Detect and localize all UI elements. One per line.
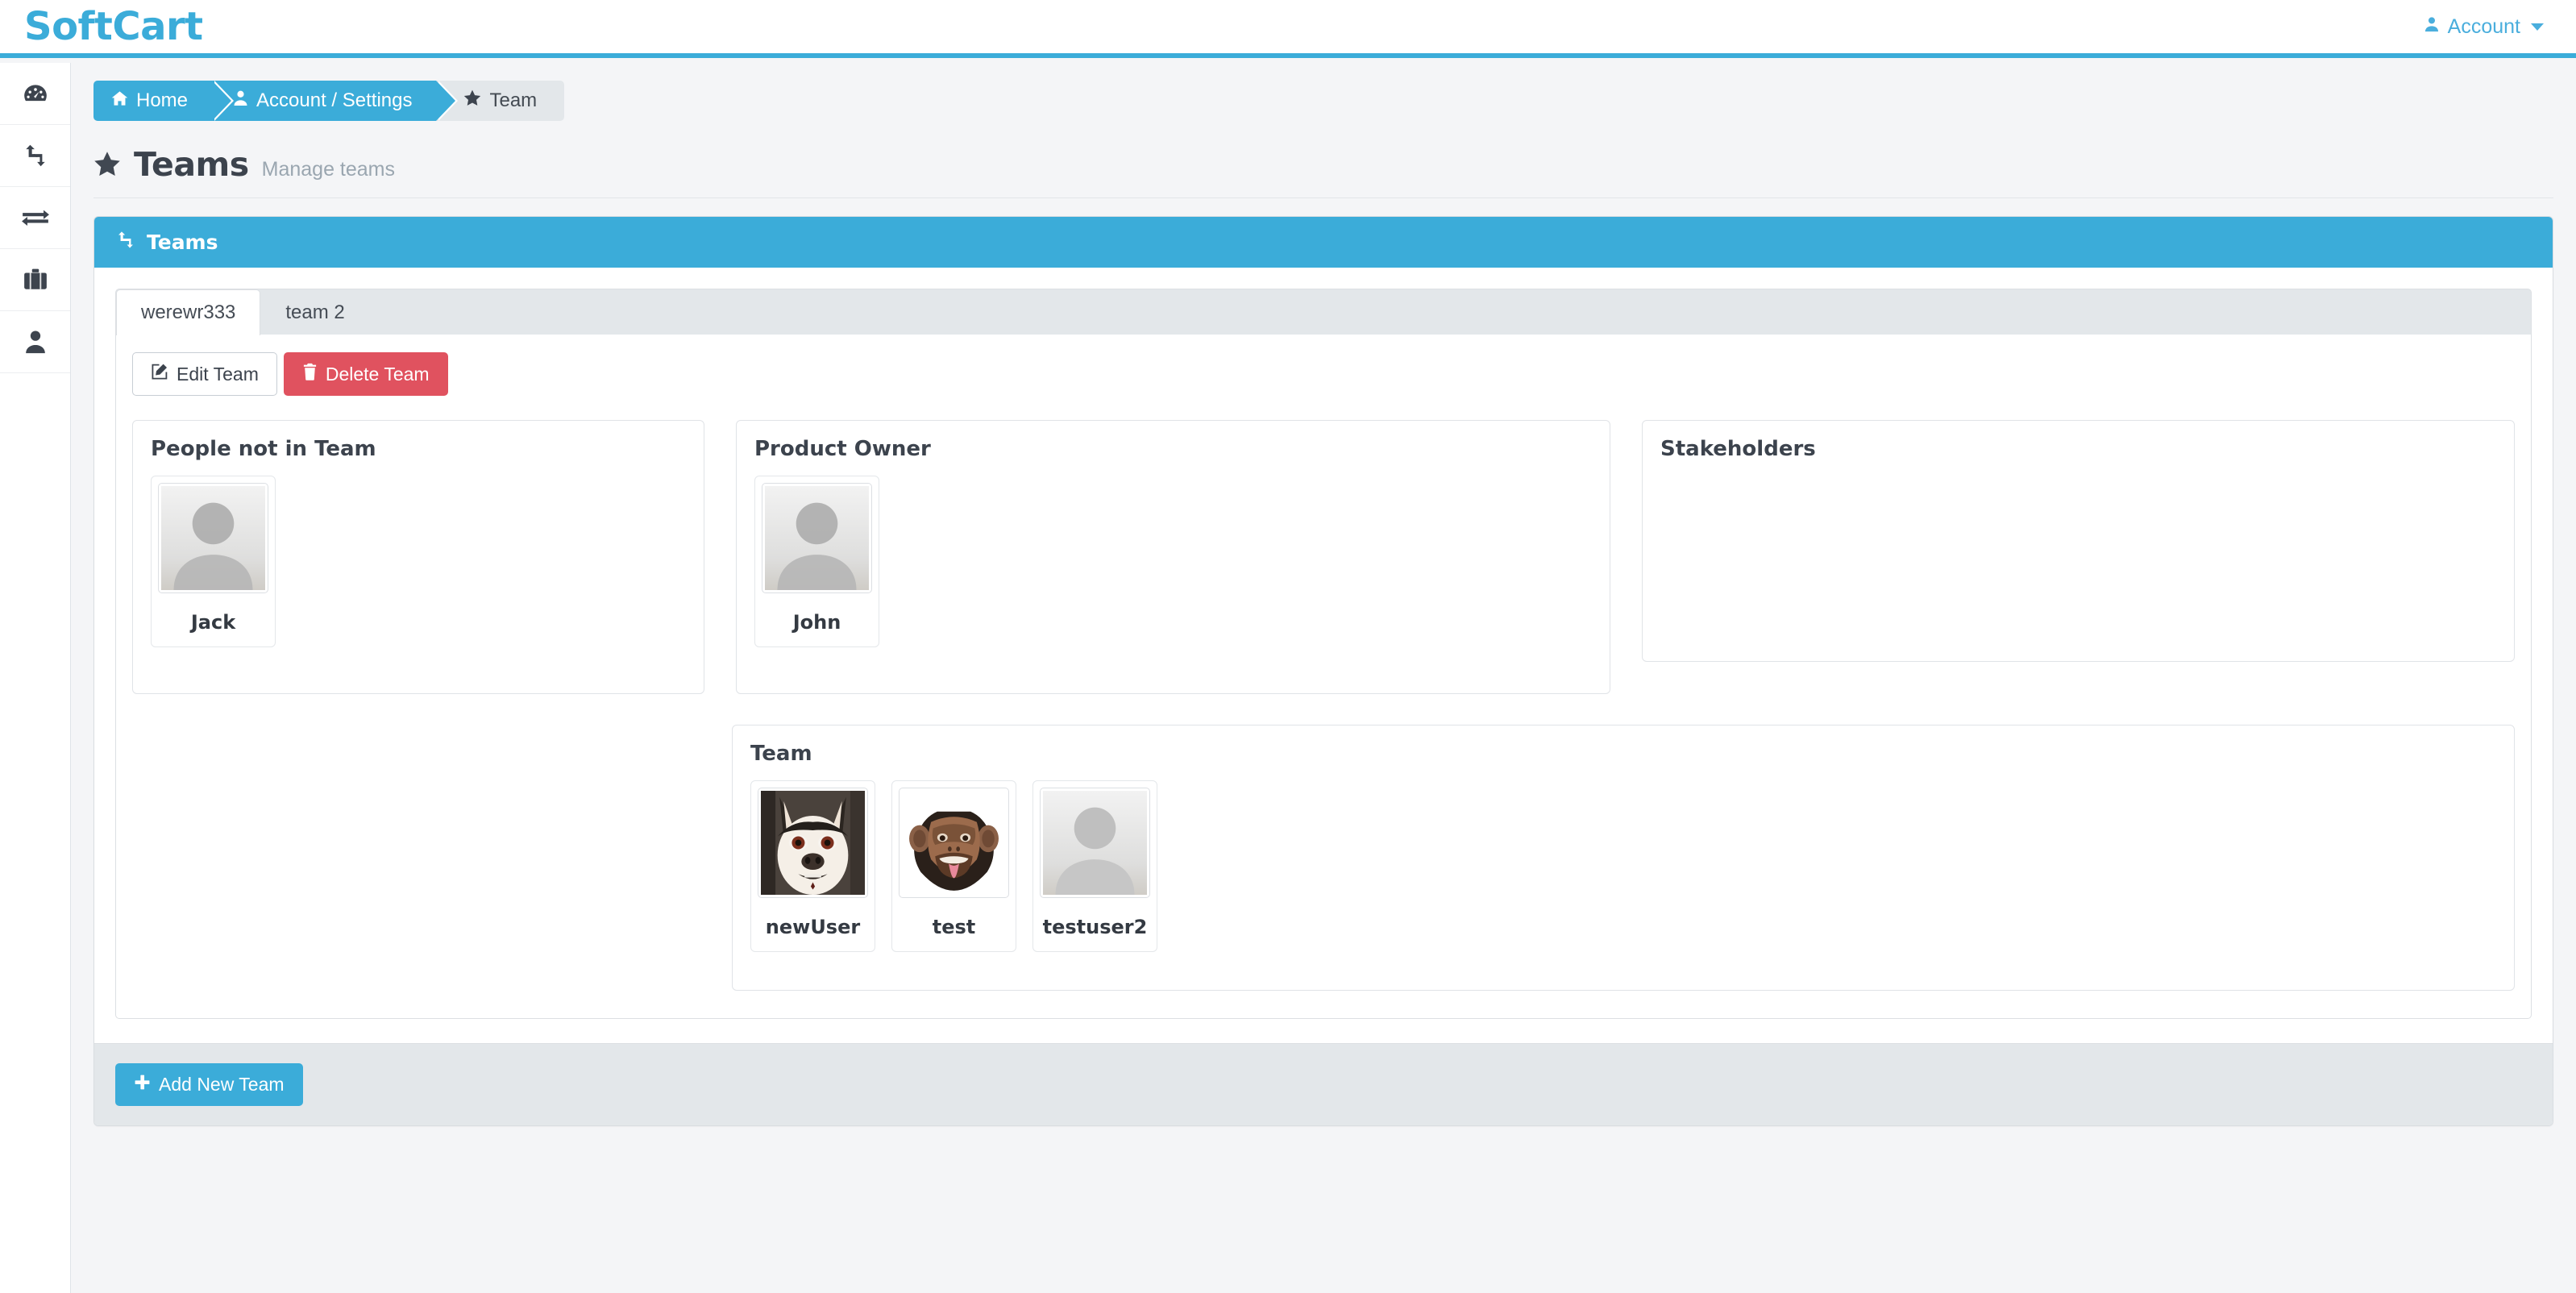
placeholder-avatar-icon	[1043, 791, 1147, 895]
member-name: testuser2	[1040, 916, 1150, 938]
account-dropdown[interactable]: Account	[2423, 15, 2544, 39]
group-people-not-in-team: People not in Team	[132, 420, 704, 694]
avatar	[899, 788, 1009, 898]
group-title: Team	[750, 742, 2496, 766]
group-team: Team	[732, 725, 2515, 991]
placeholder-avatar-icon	[161, 486, 265, 590]
delete-team-label: Delete Team	[326, 364, 430, 385]
avatar	[1040, 788, 1150, 898]
member-list: Jack	[151, 476, 686, 647]
retweet-icon	[115, 231, 136, 254]
tab-label: team 2	[285, 301, 344, 323]
pencil-square-icon	[151, 363, 168, 385]
trash-icon	[302, 363, 318, 385]
member-name: John	[762, 611, 872, 634]
teams-panel: Teams werewr333 team 2	[93, 216, 2553, 1126]
layout-spacer	[132, 725, 732, 991]
panel-heading-label: Teams	[147, 231, 218, 254]
page-subtitle: Manage teams	[262, 158, 395, 181]
top-navbar: SoftCart Account	[0, 0, 2576, 58]
briefcase-icon	[23, 268, 48, 292]
tab-label: werewr333	[141, 301, 235, 323]
team-tabs: werewr333 team 2	[115, 289, 2532, 335]
caret-down-icon	[2531, 23, 2544, 31]
main-content: Home Account / Settings	[71, 63, 2576, 1293]
breadcrumb-label: Team	[489, 89, 537, 112]
breadcrumb-item-home[interactable]: Home	[93, 81, 212, 121]
member-card[interactable]: Jack	[151, 476, 276, 647]
avatar	[758, 788, 868, 898]
husky-dog-photo-icon	[761, 791, 865, 895]
delete-team-button[interactable]: Delete Team	[284, 352, 448, 396]
edit-team-button[interactable]: Edit Team	[132, 352, 277, 396]
member-name: test	[899, 916, 1009, 938]
sidebar-item-account[interactable]	[0, 311, 70, 373]
page-header: Teams Manage teams	[93, 145, 2553, 198]
star-icon	[93, 151, 121, 182]
home-icon	[111, 89, 128, 112]
user-icon	[233, 89, 248, 112]
breadcrumb-label: Home	[136, 89, 188, 112]
member-card[interactable]: John	[754, 476, 879, 647]
member-list: John	[754, 476, 1592, 647]
tab-panel-werewr333: Edit Team Delete Team	[115, 335, 2532, 1019]
member-card[interactable]: newUser	[750, 780, 875, 952]
brand-logo[interactable]: SoftCart	[24, 7, 203, 46]
left-sidebar	[0, 63, 71, 1293]
sidebar-item-products[interactable]	[0, 249, 70, 311]
panel-body: werewr333 team 2	[94, 268, 2553, 1043]
group-product-owner: Product Owner	[736, 420, 1610, 694]
avatar	[762, 483, 872, 593]
retweet-icon	[22, 143, 49, 168]
groups-row-primary: People not in Team	[132, 420, 2515, 694]
team-action-buttons: Edit Team Delete Team	[132, 352, 2515, 396]
sidebar-item-dashboard[interactable]	[0, 63, 70, 125]
avatar	[158, 483, 268, 593]
member-card[interactable]: test	[891, 780, 1016, 952]
group-stakeholders: Stakeholders	[1642, 420, 2515, 662]
group-title: Product Owner	[754, 437, 1592, 461]
user-icon	[2423, 15, 2441, 39]
breadcrumb-item-account-settings[interactable]: Account / Settings	[212, 81, 436, 121]
member-list: newUser	[750, 780, 2496, 952]
groups-row-secondary: Team	[132, 725, 2515, 991]
member-card[interactable]: testuser2	[1032, 780, 1157, 952]
account-label: Account	[2448, 15, 2520, 39]
placeholder-avatar-icon	[765, 486, 869, 590]
panel-footer: Add New Team	[94, 1043, 2553, 1125]
member-name: Jack	[158, 611, 268, 634]
group-title: People not in Team	[151, 437, 686, 461]
page-title: Teams	[134, 145, 249, 184]
chimpanzee-photo-icon	[902, 791, 1006, 895]
plus-icon	[134, 1074, 151, 1096]
group-title: Stakeholders	[1660, 437, 2496, 461]
member-name: newUser	[758, 916, 868, 938]
user-icon	[23, 329, 48, 355]
tachometer-icon	[22, 80, 49, 107]
sidebar-item-orders[interactable]	[0, 125, 70, 187]
sidebar-item-transfers[interactable]	[0, 187, 70, 249]
exchange-icon	[21, 207, 50, 228]
breadcrumb: Home Account / Settings	[93, 81, 564, 121]
add-new-team-button[interactable]: Add New Team	[115, 1063, 303, 1106]
breadcrumb-wrapper: Home Account / Settings	[71, 63, 2576, 121]
tab-team-2[interactable]: team 2	[260, 289, 369, 335]
breadcrumb-label: Account / Settings	[256, 89, 412, 112]
panel-heading: Teams	[94, 217, 2553, 268]
star-icon	[463, 89, 481, 112]
tab-werewr333[interactable]: werewr333	[116, 289, 260, 335]
edit-team-label: Edit Team	[177, 364, 259, 385]
add-new-team-label: Add New Team	[159, 1074, 285, 1096]
